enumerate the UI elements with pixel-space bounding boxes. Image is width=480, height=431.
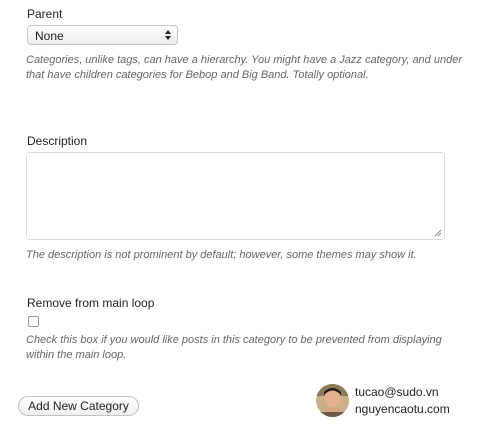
credit-email: tucao@sudo.vn (355, 385, 439, 399)
parent-help: Categories, unlike tags, can have a hier… (26, 54, 462, 81)
description-help: The description is not prominent by defa… (26, 249, 417, 261)
parent-select-value: None (35, 29, 64, 43)
resize-grip-icon[interactable] (433, 228, 442, 237)
avatar (316, 384, 349, 417)
select-arrows-icon (165, 30, 171, 40)
main-loop-label: Remove from main loop (27, 296, 155, 310)
main-loop-checkbox[interactable] (28, 316, 39, 327)
parent-select[interactable]: None (27, 25, 178, 45)
description-textarea[interactable] (26, 152, 445, 240)
avatar-photo-icon (316, 384, 349, 417)
add-new-category-button[interactable]: Add New Category (18, 396, 139, 416)
main-loop-help: Check this box if you would like posts i… (26, 334, 442, 361)
parent-label: Parent (27, 7, 63, 21)
credit-site: nguyencaotu.com (355, 402, 450, 416)
description-label: Description (27, 134, 88, 148)
